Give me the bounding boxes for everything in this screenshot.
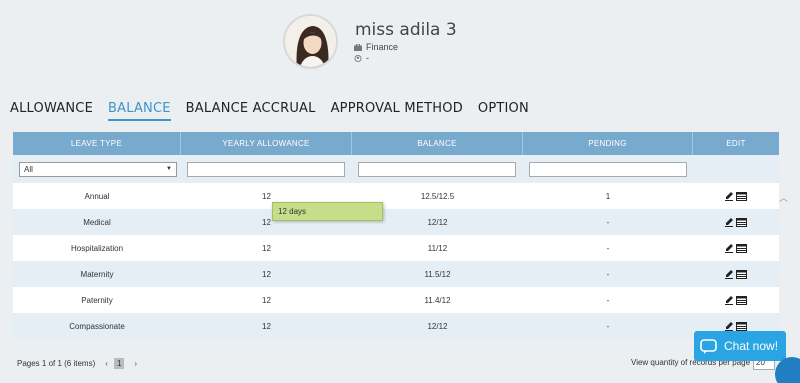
balance-table: LEAVE TYPE YEARLY ALLOWANCE BALANCE PEND… (13, 132, 779, 339)
leave-type-filter-value: All (24, 164, 33, 174)
details-table-icon[interactable] (736, 191, 747, 201)
edit-pencil-icon[interactable] (725, 243, 733, 253)
cell-balance: 11.4/12 (424, 295, 451, 305)
details-table-icon[interactable] (736, 269, 747, 279)
details-table-icon[interactable] (736, 295, 747, 305)
cell-actions (693, 269, 779, 279)
department-label: Finance (366, 42, 399, 52)
table-row: Medical 12 12/12 - (13, 209, 779, 235)
tab-option[interactable]: OPTION (478, 101, 529, 121)
cell-allowance: 12 (262, 321, 271, 331)
cell-allowance: 12 (262, 191, 271, 201)
header-edit: EDIT (726, 139, 746, 148)
table-row: Annual 12 12.5/12.5 1 (13, 183, 779, 209)
cell-allowance: 12 (262, 243, 271, 253)
cell-pending: - (606, 295, 610, 305)
table-row: Compassionate 12 12/12 - (13, 313, 779, 339)
tab-approval-method[interactable]: APPROVAL METHOD (331, 101, 463, 121)
table-row: Maternity 12 11.5/12 - (13, 261, 779, 287)
cell-leave-type: Annual (84, 191, 110, 201)
allowance-filter-input[interactable] (187, 161, 345, 177)
filter-row: All ▼ (13, 155, 779, 183)
edit-pencil-icon[interactable] (725, 191, 733, 201)
edit-pencil-icon[interactable] (725, 295, 733, 305)
tab-allowance[interactable]: ALLOWANCE (10, 101, 93, 121)
cell-leave-type: Maternity (80, 269, 114, 279)
balance-filter-input[interactable] (358, 161, 516, 177)
cell-actions (693, 191, 779, 201)
next-page-button[interactable]: › (134, 359, 137, 368)
cell-pending: - (606, 321, 610, 331)
chat-icon (700, 338, 717, 354)
chat-now-button[interactable]: Chat now! (694, 331, 786, 361)
page-number-button[interactable]: 1 (113, 358, 125, 369)
prev-page-button[interactable]: ‹ (105, 359, 108, 368)
header-leave-type[interactable]: LEAVE TYPE (13, 132, 181, 155)
header-balance[interactable]: BALANCE (352, 132, 523, 155)
cell-actions (693, 217, 779, 227)
pending-filter-input[interactable] (529, 161, 687, 177)
cell-leave-type: Paternity (81, 295, 113, 305)
table-row: Hospitalization 12 11/12 - (13, 235, 779, 261)
cell-actions (693, 321, 779, 331)
table-header: LEAVE TYPE YEARLY ALLOWANCE BALANCE PEND… (13, 132, 779, 155)
cell-leave-type: Medical (83, 217, 111, 227)
allowance-tooltip: 12 days (272, 202, 383, 221)
user-sub-label: - (366, 53, 369, 63)
cell-leave-type: Compassionate (69, 321, 125, 331)
cell-allowance: 12 (262, 269, 271, 279)
tab-balance-accrual[interactable]: BALANCE ACCRUAL (186, 101, 316, 121)
dropdown-arrow-icon: ▼ (166, 166, 172, 172)
briefcase-icon (354, 43, 362, 51)
chat-now-label: Chat now! (724, 339, 779, 353)
leave-type-filter-select[interactable]: All ▼ (19, 161, 177, 177)
details-table-icon[interactable] (736, 217, 747, 227)
cell-balance: 11.5/12 (424, 269, 451, 279)
edit-pencil-icon[interactable] (725, 217, 733, 227)
tab-balance[interactable]: BALANCE (108, 101, 171, 121)
user-sub-info: - (354, 53, 369, 63)
edit-pencil-icon[interactable] (725, 269, 733, 279)
details-table-icon[interactable] (736, 243, 747, 253)
user-circle-icon (354, 54, 362, 62)
cell-pending: - (606, 217, 610, 227)
header-yearly-allowance[interactable]: YEARLY ALLOWANCE (181, 132, 352, 155)
details-table-icon[interactable] (736, 321, 747, 331)
pagination: Pages 1 of 1 (6 items) ‹ 1 › (17, 358, 137, 369)
user-name: miss adila 3 (355, 20, 457, 40)
table-row: Paternity 12 11.4/12 - (13, 287, 779, 313)
cell-actions (693, 243, 779, 253)
cell-balance: 11/12 (427, 243, 448, 253)
cell-allowance: 12 (262, 295, 271, 305)
cell-pending: - (606, 243, 610, 253)
scroll-up-arrow-icon[interactable]: ︿ (779, 191, 788, 204)
department: Finance (354, 42, 398, 52)
cell-pending: 1 (605, 191, 611, 201)
cell-balance: 12.5/12.5 (420, 191, 455, 201)
header-pending[interactable]: PENDING (523, 132, 693, 155)
cell-balance: 12/12 (427, 321, 448, 331)
pagination-summary: Pages 1 of 1 (6 items) (17, 359, 96, 368)
edit-pencil-icon[interactable] (725, 321, 733, 331)
tab-bar: ALLOWANCE BALANCE BALANCE ACCRUAL APPROV… (10, 101, 544, 121)
cell-actions (693, 295, 779, 305)
user-avatar (283, 14, 338, 69)
cell-pending: - (606, 269, 610, 279)
cell-leave-type: Hospitalization (70, 243, 124, 253)
